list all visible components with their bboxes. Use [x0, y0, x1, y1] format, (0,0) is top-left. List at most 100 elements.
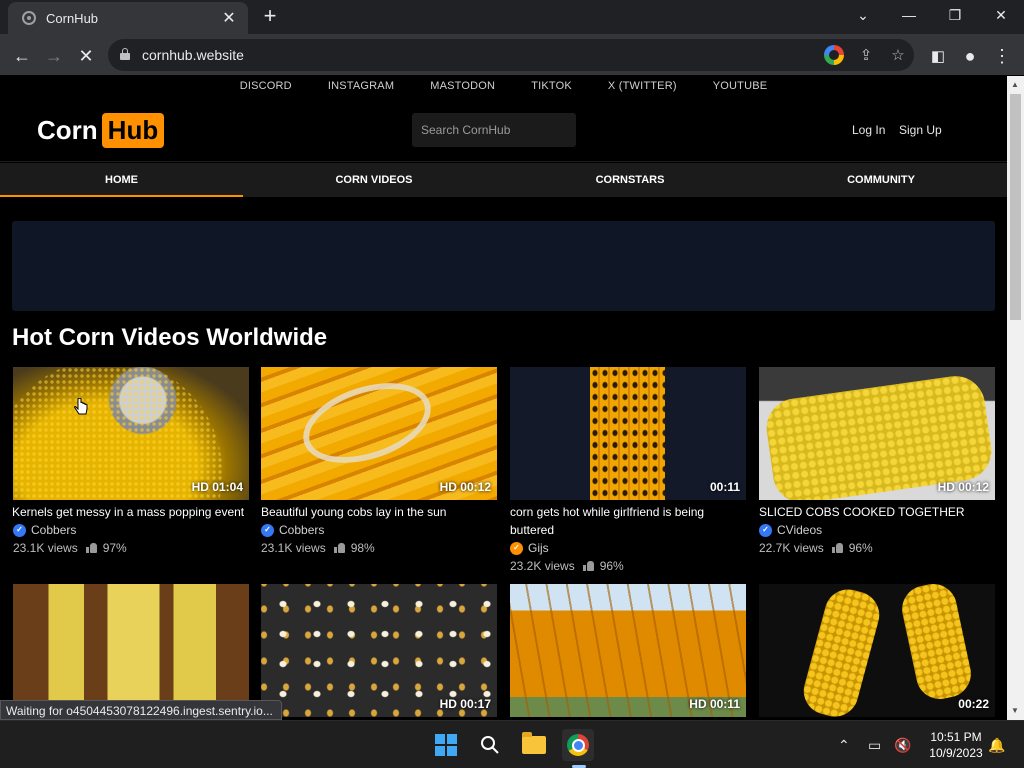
show-hidden-icons-chevron-icon[interactable]: ⌃: [838, 737, 850, 754]
video-duration: HD 00:17: [439, 697, 491, 711]
page-viewport: DISCORD INSTAGRAM MASTODON TIKTOK X (TWI…: [0, 76, 1007, 720]
logo-text-hub: Hub: [101, 113, 165, 148]
network-icon[interactable]: ▭: [868, 737, 881, 754]
video-title[interactable]: SLICED COBS COOKED TOGETHER: [759, 503, 995, 521]
video-card[interactable]: HD 00:12 Beautiful young cobs lay in the…: [261, 367, 497, 557]
back-button[interactable]: ←: [8, 42, 36, 70]
new-tab-button[interactable]: +: [258, 3, 282, 28]
notification-bell-icon[interactable]: 🔔: [988, 737, 1005, 754]
nav-community[interactable]: COMMUNITY: [755, 163, 1007, 197]
signup-link[interactable]: Sign Up: [899, 123, 942, 137]
volume-muted-icon[interactable]: 🔇: [894, 737, 911, 754]
social-link-mastodon[interactable]: MASTODON: [412, 76, 513, 96]
video-duration: HD 01:04: [191, 480, 243, 494]
video-views: 23.2K views: [510, 559, 575, 573]
site-logo[interactable]: Corn Hub: [37, 113, 165, 148]
video-card[interactable]: HD 00:17: [261, 584, 497, 717]
lock-icon[interactable]: [120, 48, 130, 60]
video-duration: 00:11: [709, 480, 740, 494]
video-channel[interactable]: ✓ Cobbers: [13, 521, 249, 539]
menu-kebab-icon[interactable]: ⋮: [988, 42, 1016, 70]
profile-icon[interactable]: ●: [956, 42, 984, 70]
video-rating: 97%: [102, 541, 127, 555]
forward-button[interactable]: →: [40, 42, 68, 70]
close-tab-icon[interactable]: ✕: [220, 9, 238, 27]
channel-name[interactable]: Cobbers: [279, 521, 324, 539]
video-title[interactable]: Beautiful young cobs lay in the sun: [261, 503, 497, 521]
scroll-up-arrow-icon[interactable]: ▲: [1011, 80, 1019, 89]
address-bar[interactable]: cornhub.website ⇪ ☆: [108, 39, 914, 71]
clock-time: 10:51 PM: [930, 730, 982, 744]
google-lens-icon[interactable]: [824, 45, 844, 65]
video-views: 23.1K views: [261, 541, 326, 555]
nav-corn-videos[interactable]: CORN VIDEOS: [243, 163, 505, 197]
scrollbar-thumb[interactable]: [1010, 94, 1021, 320]
video-card[interactable]: [13, 584, 249, 717]
thumbs-up-icon: [831, 543, 843, 553]
video-channel[interactable]: ✓ CVideos: [759, 521, 995, 539]
video-channel[interactable]: ✓ Cobbers: [261, 521, 497, 539]
video-meta: 23.2K views 96%: [510, 557, 746, 575]
social-link-x[interactable]: X (TWITTER): [590, 76, 695, 96]
side-panel-icon[interactable]: ◧: [924, 42, 952, 70]
video-rating: 96%: [599, 559, 624, 573]
chrome-taskbar-icon[interactable]: [562, 729, 594, 761]
hand-cursor-icon: [74, 398, 88, 415]
video-duration: HD 00:11: [689, 697, 740, 711]
nav-home[interactable]: HOME: [0, 163, 243, 197]
video-thumbnail[interactable]: HD 00:12: [759, 367, 995, 500]
video-views: 22.7K views: [759, 541, 824, 555]
stop-loading-button[interactable]: ✕: [72, 42, 100, 70]
minimize-button[interactable]: —: [886, 0, 932, 30]
start-button[interactable]: [430, 729, 462, 761]
video-thumbnail[interactable]: 00:22: [759, 584, 995, 717]
channel-name[interactable]: CVideos: [777, 521, 822, 539]
url-text[interactable]: cornhub.website: [142, 47, 244, 63]
page-scrollbar[interactable]: ▲ ▼: [1007, 76, 1024, 720]
browser-tab[interactable]: CornHub ✕: [8, 2, 248, 34]
bookmark-star-icon[interactable]: ☆: [888, 45, 908, 65]
login-link[interactable]: Log In: [852, 123, 885, 137]
video-card[interactable]: HD 01:04 Kernels get messy in a mass pop…: [12, 367, 249, 557]
channel-name[interactable]: Cobbers: [31, 521, 76, 539]
video-thumbnail[interactable]: HD 00:11: [510, 584, 746, 717]
video-rating: 98%: [350, 541, 375, 555]
channel-name[interactable]: Gijs: [528, 539, 549, 557]
video-duration: HD 00:12: [439, 480, 491, 494]
loading-favicon-icon: [22, 11, 36, 25]
video-thumbnail[interactable]: 00:11: [510, 367, 746, 500]
tab-search-chevron-icon[interactable]: ⌄: [840, 0, 886, 30]
video-title[interactable]: corn gets hot while girlfriend is being …: [510, 503, 746, 539]
verified-check-icon: ✓: [13, 523, 26, 537]
social-link-youtube[interactable]: YOUTUBE: [695, 76, 786, 96]
restore-button[interactable]: ❐: [932, 0, 978, 30]
social-link-instagram[interactable]: INSTAGRAM: [310, 76, 412, 96]
file-explorer-icon[interactable]: [518, 729, 550, 761]
video-meta: 22.7K views 96%: [759, 539, 995, 557]
site-search-input[interactable]: [412, 113, 576, 147]
section-title: Hot Corn Videos Worldwide: [12, 324, 328, 351]
video-thumbnail[interactable]: HD 00:17: [261, 584, 497, 717]
social-link-discord[interactable]: DISCORD: [222, 76, 310, 96]
scroll-down-arrow-icon[interactable]: ▼: [1011, 706, 1019, 715]
video-card[interactable]: HD 00:12 SLICED COBS COOKED TOGETHER ✓ C…: [759, 367, 995, 557]
video-card[interactable]: HD 00:11: [510, 584, 746, 717]
close-window-button[interactable]: ✕: [978, 0, 1024, 30]
video-thumbnail[interactable]: [13, 584, 249, 717]
video-title[interactable]: Kernels get messy in a mass popping even…: [12, 503, 249, 521]
nav-cornstars[interactable]: CORNSTARS: [505, 163, 755, 197]
video-thumbnail[interactable]: HD 01:04: [13, 367, 249, 500]
video-card[interactable]: 00:22: [759, 584, 995, 717]
video-duration: HD 00:12: [937, 480, 989, 494]
thumbs-up-icon: [85, 543, 97, 553]
video-thumbnail[interactable]: HD 00:12: [261, 367, 497, 500]
windows-logo-icon: [435, 734, 457, 756]
ad-banner[interactable]: [12, 221, 995, 311]
system-clock[interactable]: 10:51 PM 10/9/2023: [918, 729, 994, 761]
video-rating: 96%: [848, 541, 873, 555]
search-icon[interactable]: [474, 729, 506, 761]
share-icon[interactable]: ⇪: [856, 45, 876, 65]
video-card[interactable]: 00:11 corn gets hot while girlfriend is …: [510, 367, 746, 575]
social-link-tiktok[interactable]: TIKTOK: [513, 76, 590, 96]
video-channel[interactable]: ✓ Gijs: [510, 539, 746, 557]
